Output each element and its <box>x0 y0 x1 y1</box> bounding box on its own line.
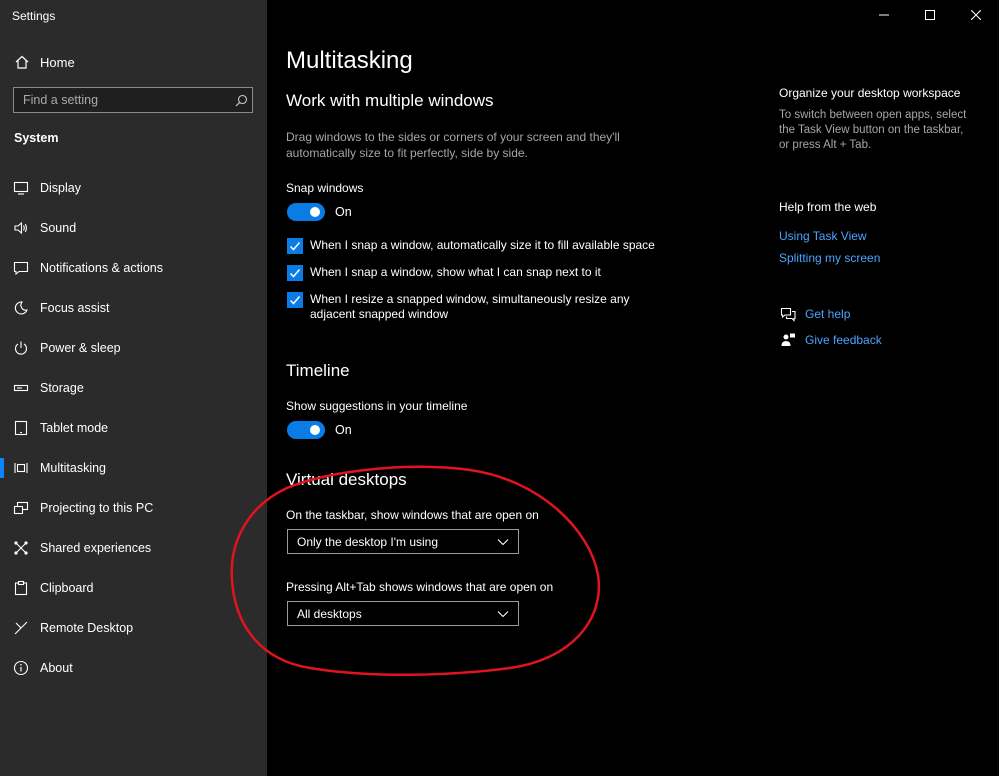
home-label: Home <box>40 54 75 70</box>
section-label-system: System <box>14 131 59 145</box>
home-nav-item[interactable]: Home <box>14 52 75 72</box>
sidebar-item-label: Focus assist <box>40 301 110 315</box>
checkbox-auto-size[interactable]: When I snap a window, automatically size… <box>287 238 657 254</box>
dropdown-value: All desktops <box>297 606 362 621</box>
chevron-down-icon <box>497 607 509 621</box>
section-heading-work-with-multiple-windows: Work with multiple windows <box>286 91 494 110</box>
sidebar-item-label: Multitasking <box>40 461 106 475</box>
sidebar-item-label: Power & sleep <box>40 341 121 355</box>
maximize-button[interactable] <box>907 0 953 30</box>
toggle-track[interactable] <box>287 203 325 221</box>
checkbox-label: When I snap a window, show what I can sn… <box>310 265 601 279</box>
remote-desktop-icon <box>12 620 29 637</box>
minimize-button[interactable] <box>861 0 907 30</box>
chat-help-icon <box>779 305 797 323</box>
section-heading-virtual-desktops: Virtual desktops <box>286 470 407 489</box>
window-controls <box>861 0 999 30</box>
sidebar-item-label: About <box>40 661 73 675</box>
get-help-link[interactable]: Get help <box>779 305 850 323</box>
dropdown-value: Only the desktop I'm using <box>297 534 439 549</box>
sidebar-item-label: Projecting to this PC <box>40 501 154 515</box>
sidebar-item-label: Sound <box>40 221 77 235</box>
organize-heading: Organize your desktop workspace <box>779 86 961 100</box>
sidebar-item-clipboard[interactable]: Clipboard <box>0 568 267 608</box>
sidebar-item-sound[interactable]: Sound <box>0 208 267 248</box>
taskbar-windows-label: On the taskbar, show windows that are op… <box>286 508 539 522</box>
sidebar-item-label: Storage <box>40 381 84 395</box>
checkbox-snap-assist[interactable]: When I snap a window, show what I can sn… <box>287 265 657 281</box>
timeline-suggestions-toggle[interactable]: On <box>287 421 352 439</box>
timeline-suggestions-label: Show suggestions in your timeline <box>286 399 468 413</box>
checkbox-resize-adjacent[interactable]: When I resize a snapped window, simultan… <box>287 292 632 322</box>
sidebar-item-label: Display <box>40 181 81 195</box>
toggle-state-label: On <box>335 205 352 219</box>
page-title: Multitasking <box>286 47 413 74</box>
alt-tab-label: Pressing Alt+Tab shows windows that are … <box>286 580 554 594</box>
section-heading-timeline: Timeline <box>286 361 350 380</box>
search-box[interactable] <box>13 87 253 113</box>
sidebar-item-notifications[interactable]: Notifications & actions <box>0 248 267 288</box>
monitor-icon <box>12 180 29 197</box>
checkmark-icon[interactable] <box>287 265 303 281</box>
sidebar-item-label: Clipboard <box>40 581 94 595</box>
info-icon <box>12 660 29 677</box>
sidebar: Settings Home System Display Sound Notif… <box>0 0 267 776</box>
snap-windows-label: Snap windows <box>286 181 364 195</box>
search-icon[interactable] <box>230 94 252 107</box>
sidebar-item-display[interactable]: Display <box>0 168 267 208</box>
organize-text: To switch between open apps, select the … <box>779 109 967 151</box>
sidebar-item-multitasking[interactable]: Multitasking <box>0 448 267 488</box>
sidebar-item-about[interactable]: About <box>0 648 267 688</box>
sidebar-item-projecting[interactable]: Projecting to this PC <box>0 488 267 528</box>
projector-icon <box>12 500 29 517</box>
taskbar-windows-dropdown[interactable]: Only the desktop I'm using <box>287 529 519 554</box>
give-feedback-label[interactable]: Give feedback <box>805 333 882 347</box>
feedback-icon <box>779 331 797 349</box>
toggle-track[interactable] <box>287 421 325 439</box>
speaker-icon <box>12 220 29 237</box>
sidebar-item-tablet-mode[interactable]: Tablet mode <box>0 408 267 448</box>
sidebar-item-power-sleep[interactable]: Power & sleep <box>0 328 267 368</box>
notification-icon <box>12 260 29 277</box>
moon-icon <box>12 300 29 317</box>
snap-windows-toggle[interactable]: On <box>287 203 352 221</box>
shared-experiences-icon <box>12 540 29 557</box>
chevron-down-icon <box>497 535 509 549</box>
alt-tab-dropdown[interactable]: All desktops <box>287 601 519 626</box>
sidebar-item-label: Tablet mode <box>40 421 109 435</box>
sidebar-item-storage[interactable]: Storage <box>0 368 267 408</box>
tablet-icon <box>12 420 29 437</box>
app-title: Settings <box>12 9 56 23</box>
get-help-label[interactable]: Get help <box>805 307 850 321</box>
multitasking-icon <box>12 460 29 477</box>
link-splitting-my-screen[interactable]: Splitting my screen <box>779 251 880 265</box>
search-input[interactable] <box>14 92 230 108</box>
checkmark-icon[interactable] <box>287 292 303 308</box>
give-feedback-link[interactable]: Give feedback <box>779 331 882 349</box>
link-using-task-view[interactable]: Using Task View <box>779 229 867 243</box>
home-icon <box>14 54 30 70</box>
storage-icon <box>12 380 29 397</box>
help-heading: Help from the web <box>779 200 877 214</box>
sidebar-item-focus-assist[interactable]: Focus assist <box>0 288 267 328</box>
power-icon <box>12 340 29 357</box>
sidebar-item-remote-desktop[interactable]: Remote Desktop <box>0 608 267 648</box>
sidebar-item-shared-experiences[interactable]: Shared experiences <box>0 528 267 568</box>
toggle-state-label: On <box>335 423 352 437</box>
close-button[interactable] <box>953 0 999 30</box>
checkmark-icon[interactable] <box>287 238 303 254</box>
checkbox-label: When I resize a snapped window, simultan… <box>310 292 630 321</box>
sidebar-item-label: Notifications & actions <box>40 261 163 275</box>
checkbox-label: When I snap a window, automatically size… <box>310 238 655 252</box>
clipboard-icon <box>12 580 29 597</box>
sidebar-item-label: Shared experiences <box>40 541 152 555</box>
sidebar-nav: Display Sound Notifications & actions Fo… <box>0 168 267 688</box>
sidebar-item-label: Remote Desktop <box>40 621 134 635</box>
section-description: Drag windows to the sides or corners of … <box>286 130 620 160</box>
